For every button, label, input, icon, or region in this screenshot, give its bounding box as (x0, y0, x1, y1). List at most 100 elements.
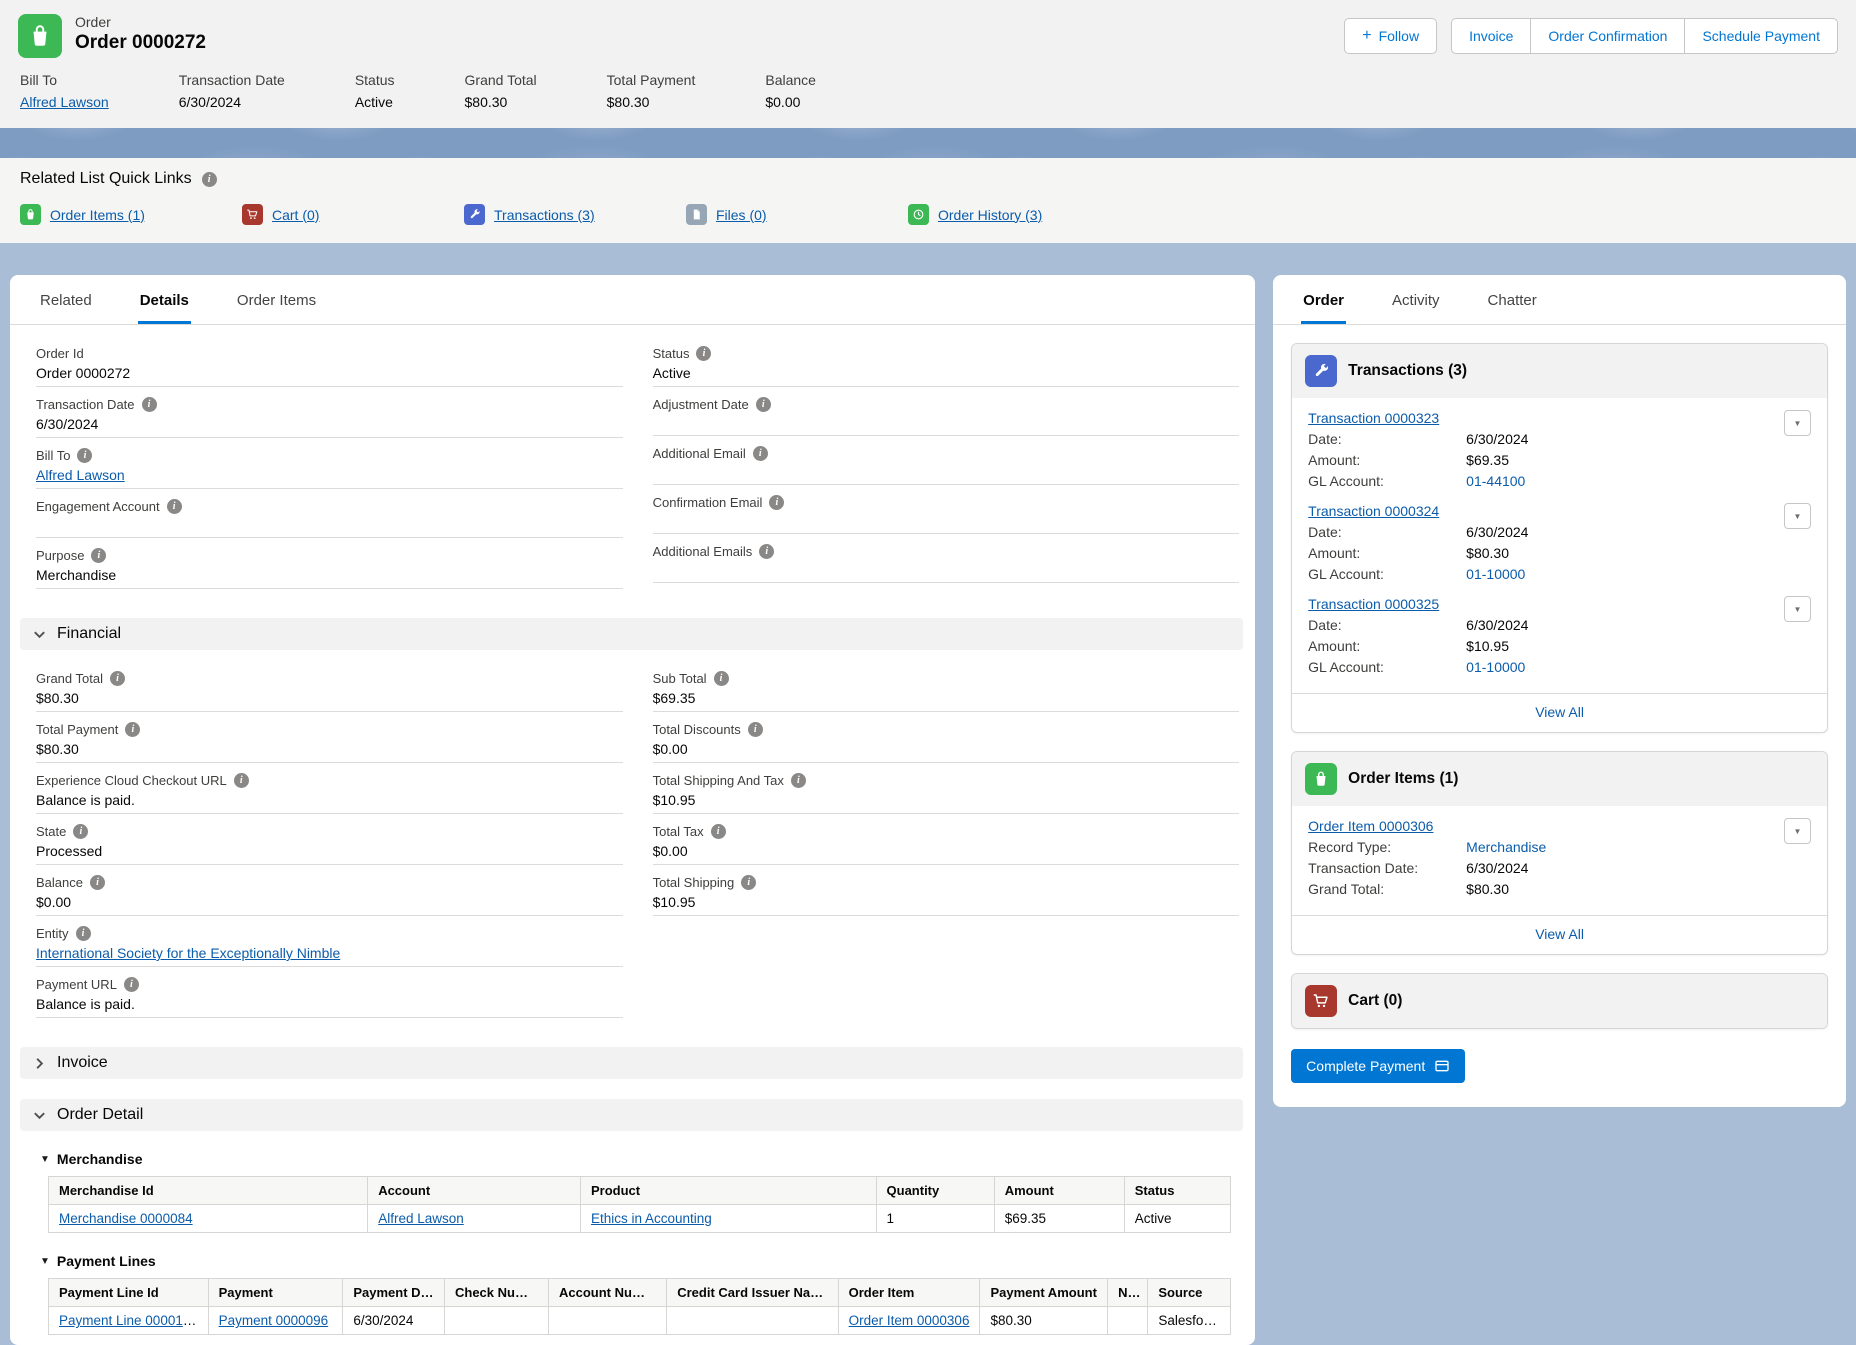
view-all-link[interactable]: View All (1535, 704, 1584, 720)
transaction-link[interactable]: Transaction 0000325 (1308, 596, 1439, 612)
transaction-link[interactable]: Transaction 0000323 (1308, 410, 1439, 426)
field-value: $80.30 (36, 738, 623, 763)
quick-link[interactable]: Cart (0) (272, 207, 319, 223)
order-items-card-header[interactable]: Order Items (1) (1292, 752, 1827, 806)
quick-link[interactable]: Order Items (1) (50, 207, 145, 223)
field-label: Additional Emails (653, 544, 753, 559)
info-icon[interactable]: i (753, 446, 768, 461)
info-icon[interactable]: i (769, 495, 784, 510)
tab-chatter[interactable]: Chatter (1486, 275, 1539, 324)
bill-to-link[interactable]: Alfred Lawson (20, 94, 109, 110)
tab-order-items[interactable]: Order Items (235, 275, 318, 324)
triangle-down-icon: ▼ (1794, 605, 1802, 614)
chevron-down-icon (32, 1108, 47, 1123)
product-link[interactable]: Ethics in Accounting (591, 1211, 712, 1226)
entity-link[interactable]: International Society for the Exceptiona… (36, 945, 340, 961)
section-title: Invoice (57, 1054, 108, 1072)
financial-section-header[interactable]: Financial (20, 618, 1243, 650)
tab-activity[interactable]: Activity (1390, 275, 1442, 324)
invoice-button[interactable]: Invoice (1451, 18, 1531, 54)
highlight-label: Status (355, 72, 395, 88)
field-value: $69.35 (653, 687, 1240, 712)
follow-button[interactable]: + Follow (1344, 18, 1437, 54)
info-icon[interactable]: i (110, 671, 125, 686)
merchandise-group-header[interactable]: ▼ Merchandise (40, 1151, 1237, 1167)
field-adjustment-date: Adjustment Datei (653, 396, 1240, 436)
merchandise-id-link[interactable]: Merchandise 0000084 (59, 1211, 193, 1226)
tab-order[interactable]: Order (1301, 275, 1346, 324)
column-header: Merchandise Id (49, 1177, 368, 1205)
record-menu-button[interactable]: ▼ (1784, 503, 1811, 529)
record-field-label: Record Type: (1308, 839, 1466, 855)
info-icon[interactable]: i (759, 544, 774, 559)
payment-amount-cell: $80.30 (980, 1307, 1108, 1335)
triangle-down-icon: ▼ (1794, 419, 1802, 428)
schedule-payment-button[interactable]: Schedule Payment (1684, 18, 1838, 54)
triangle-down-icon: ▼ (1794, 827, 1802, 836)
gl-account-link[interactable]: 01-10000 (1466, 659, 1525, 675)
info-icon[interactable]: i (91, 548, 106, 563)
quick-link[interactable]: Transactions (3) (494, 207, 595, 223)
info-icon[interactable]: i (73, 824, 88, 839)
info-icon[interactable]: i (714, 671, 729, 686)
column-header: Note (1108, 1279, 1148, 1307)
tab-details[interactable]: Details (138, 275, 191, 324)
view-all-link[interactable]: View All (1535, 926, 1584, 942)
info-icon[interactable]: i (748, 722, 763, 737)
payment-link[interactable]: Payment 0000096 (219, 1313, 329, 1328)
follow-label: Follow (1379, 28, 1419, 44)
gl-account-link[interactable]: 01-44100 (1466, 473, 1525, 489)
info-icon[interactable]: i (696, 346, 711, 361)
info-icon[interactable]: i (234, 773, 249, 788)
field-value (653, 560, 1240, 583)
info-icon[interactable]: i (142, 397, 157, 412)
column-header: Payment Date (343, 1279, 445, 1307)
record-menu-button[interactable]: ▼ (1784, 410, 1811, 436)
order-confirmation-button[interactable]: Order Confirmation (1530, 18, 1685, 54)
info-icon[interactable]: i (77, 448, 92, 463)
transactions-icon (1305, 355, 1337, 387)
tab-related[interactable]: Related (38, 275, 94, 324)
info-icon[interactable]: i (167, 499, 182, 514)
order-detail-section-header[interactable]: Order Detail (20, 1099, 1243, 1131)
order-item-link[interactable]: Order Item 0000306 (1308, 818, 1433, 834)
record-header: Order Order 0000272 + Follow Invoice Ord… (0, 0, 1856, 128)
info-icon[interactable]: i (202, 172, 217, 187)
highlight-transaction-date: Transaction Date 6/30/2024 (179, 72, 285, 110)
field-total-shipping: Total Shippingi $10.95 (653, 874, 1240, 916)
record-menu-button[interactable]: ▼ (1784, 818, 1811, 844)
transactions-card-header[interactable]: Transactions (3) (1292, 344, 1827, 398)
column-header: Credit Card Issuer Name (667, 1279, 838, 1307)
highlight-label: Balance (765, 72, 816, 88)
info-icon[interactable]: i (76, 926, 91, 941)
account-link[interactable]: Alfred Lawson (378, 1211, 464, 1226)
info-icon[interactable]: i (711, 824, 726, 839)
info-icon[interactable]: i (791, 773, 806, 788)
field-status: Statusi Active (653, 345, 1240, 387)
info-icon[interactable]: i (125, 722, 140, 737)
info-icon[interactable]: i (124, 977, 139, 992)
record-field-value: $10.95 (1466, 638, 1509, 654)
order-item-link[interactable]: Order Item 0000306 (849, 1313, 970, 1328)
quick-link[interactable]: Files (0) (716, 207, 767, 223)
transaction-link[interactable]: Transaction 0000324 (1308, 503, 1439, 519)
quantity-cell: 1 (876, 1205, 994, 1233)
info-icon[interactable]: i (741, 875, 756, 890)
order-icon (18, 14, 62, 58)
record-menu-button[interactable]: ▼ (1784, 596, 1811, 622)
record-type-link[interactable]: Merchandise (1466, 839, 1546, 855)
invoice-section-header[interactable]: Invoice (20, 1047, 1243, 1079)
table-row: Payment Line 0000127 Payment 0000096 6/3… (49, 1307, 1231, 1335)
payment-lines-group-header[interactable]: ▼ Payment Lines (40, 1253, 1237, 1269)
payment-line-id-link[interactable]: Payment Line 0000127 (59, 1313, 198, 1328)
plus-icon: + (1362, 28, 1371, 44)
complete-payment-button[interactable]: Complete Payment (1291, 1049, 1465, 1083)
order-item-record: Order Item 0000306 ▼ Record Type:Merchan… (1308, 816, 1811, 909)
quick-link[interactable]: Order History (3) (938, 207, 1042, 223)
info-icon[interactable]: i (90, 875, 105, 890)
cart-card-header[interactable]: Cart (0) (1292, 974, 1827, 1028)
gl-account-link[interactable]: 01-10000 (1466, 566, 1525, 582)
bill-to-field-link[interactable]: Alfred Lawson (36, 467, 125, 483)
field-additional-emails: Additional Emails i (653, 543, 1240, 583)
info-icon[interactable]: i (756, 397, 771, 412)
